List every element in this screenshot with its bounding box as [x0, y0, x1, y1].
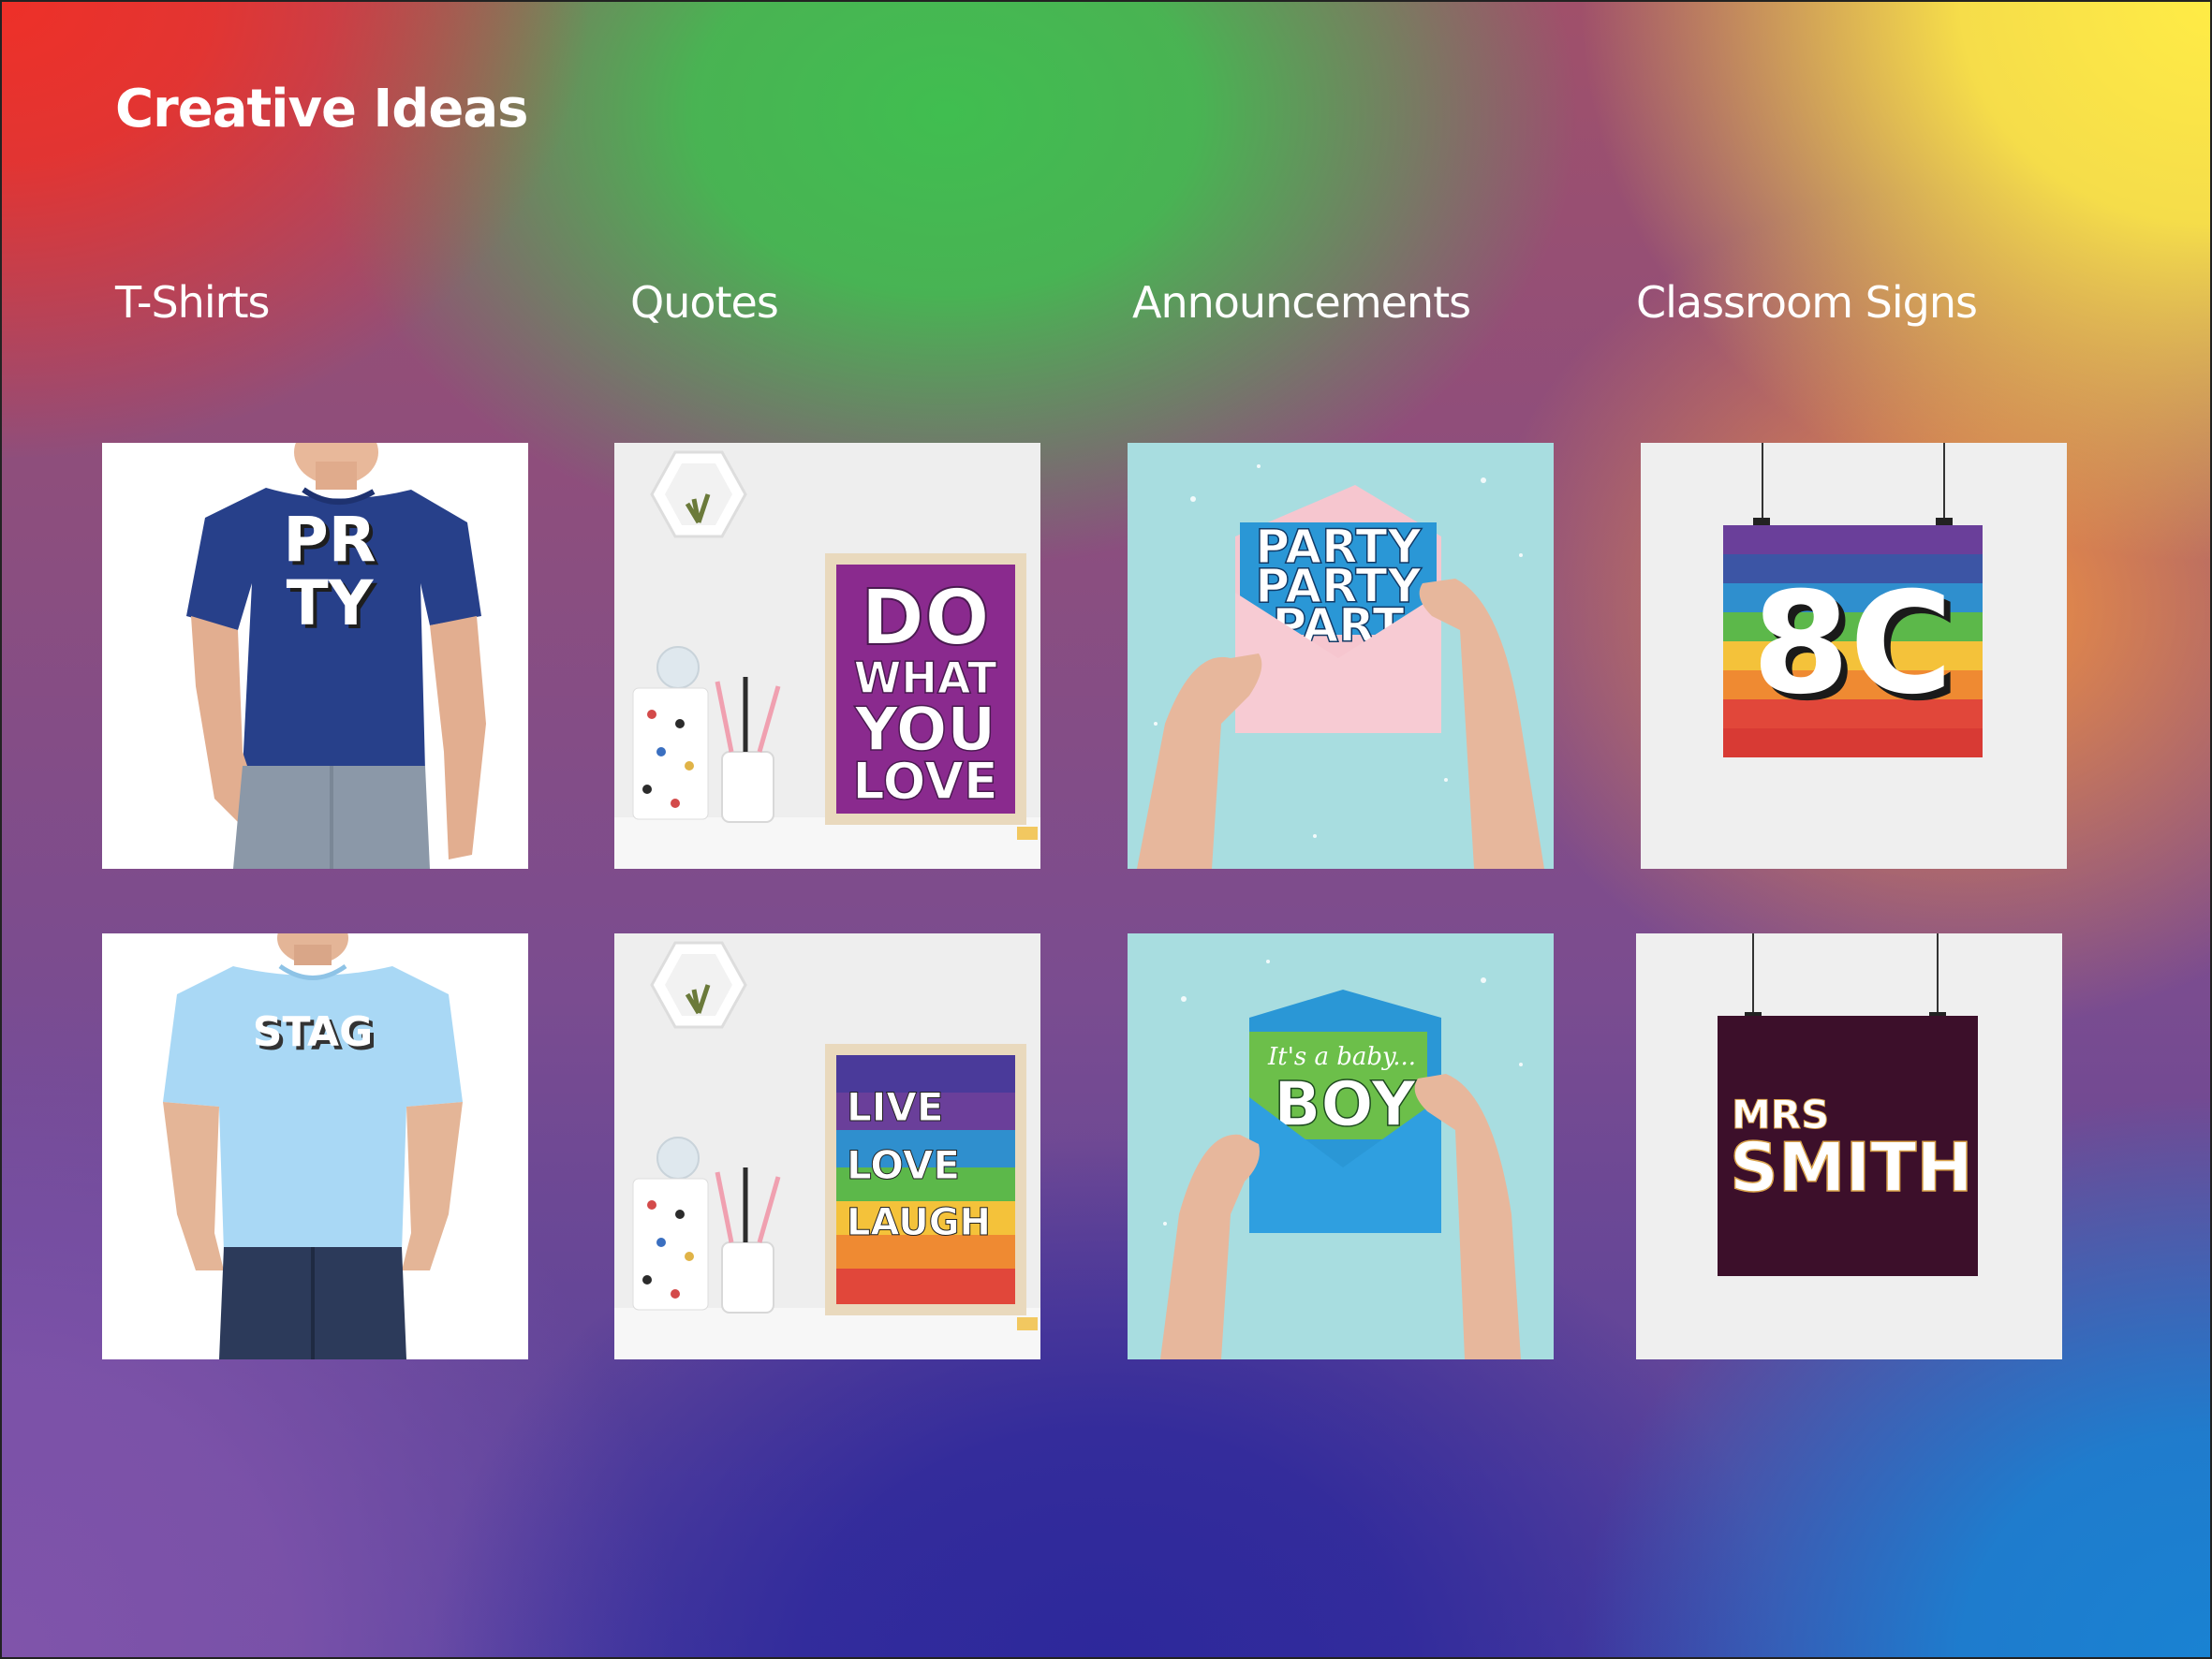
- quote-rainbow-illustration: LIVE LOVE LAUGH: [614, 933, 1040, 1359]
- tile-tshirt-stag[interactable]: STAG STAG: [102, 933, 528, 1359]
- quote-rainbow-line-2: LOVE: [847, 1142, 960, 1188]
- tile-announcement-boy[interactable]: It's a baby... BOY: [1128, 933, 1554, 1359]
- classroom-sign-8c-illustration: 8C 8C: [1641, 443, 2067, 869]
- quote-line-1: DO: [861, 574, 990, 663]
- classroom-sign-smith-illustration: MRS SMITH: [1636, 933, 2062, 1359]
- tshirt-stag-text: STAG: [253, 1008, 373, 1056]
- quote-rainbow-line-3: LAUGH: [847, 1201, 991, 1244]
- tile-classroom-sign-8c[interactable]: 8C 8C: [1641, 443, 2067, 869]
- tile-quote-live-love-laugh[interactable]: LIVE LOVE LAUGH: [614, 933, 1040, 1359]
- page-title: Creative Ideas: [115, 79, 528, 139]
- announcement-boy-illustration: It's a baby... BOY: [1128, 933, 1554, 1359]
- announcement-boy-script: It's a baby...: [1267, 1043, 1416, 1071]
- quote-poster-illustration: DO WHAT YOU LOVE: [614, 443, 1040, 869]
- announcement-boy-big: BOY: [1274, 1068, 1417, 1140]
- tshirt-party-illustration: PR PR TY TY: [102, 443, 528, 869]
- announcement-party-illustration: PARTY PARTY PART: [1128, 443, 1554, 869]
- tshirt-text-line-2: TY: [287, 567, 375, 639]
- tile-quote-do-what-you-love[interactable]: DO WHAT YOU LOVE: [614, 443, 1040, 869]
- tshirt-text-line-1: PR: [283, 504, 376, 576]
- tile-announcement-party[interactable]: PARTY PARTY PART: [1128, 443, 1554, 869]
- column-label-classroom-signs: Classroom Signs: [1636, 277, 1978, 328]
- sign-8c-text: 8C: [1752, 563, 1953, 726]
- sign-smith-line-2: SMITH: [1730, 1128, 1973, 1207]
- column-label-tshirts: T-Shirts: [115, 277, 271, 328]
- column-label-announcements: Announcements: [1132, 277, 1471, 328]
- tile-classroom-sign-mrs-smith[interactable]: MRS SMITH: [1636, 933, 2062, 1359]
- column-label-quotes: Quotes: [630, 277, 779, 328]
- quote-rainbow-line-1: LIVE: [847, 1084, 944, 1130]
- tshirt-stag-illustration: STAG STAG: [102, 933, 528, 1359]
- quote-line-4: LOVE: [852, 752, 998, 811]
- tile-tshirt-party[interactable]: PR PR TY TY: [102, 443, 528, 869]
